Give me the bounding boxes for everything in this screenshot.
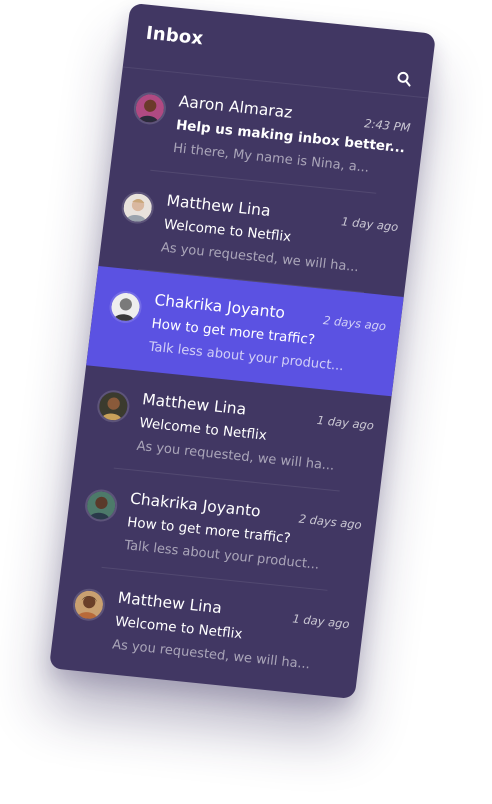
message-preview: As you requested, we will ha...: [135, 438, 336, 474]
message-subject: Welcome to Netflix: [114, 613, 244, 643]
message-preview: Talk less about your product...: [123, 538, 321, 573]
message-time: 2 days ago: [322, 313, 387, 334]
message-time: 2:43 PM: [363, 116, 412, 135]
search-icon[interactable]: [395, 70, 413, 88]
avatar: [71, 587, 107, 623]
message-subject: Welcome to Netflix: [162, 216, 293, 246]
sender-name: Matthew Lina: [116, 588, 223, 618]
message-time: 1 day ago: [340, 214, 400, 235]
message-subject: Welcome to Netflix: [138, 415, 268, 444]
message-preview: Talk less about your product...: [147, 339, 345, 375]
message-time: 1 day ago: [316, 412, 375, 433]
message-list: Aaron Almaraz 2:43 PM Help us making inb…: [50, 67, 429, 694]
message-time: 1 day ago: [291, 611, 351, 632]
inbox-panel: Inbox Aaron Almaraz 2:43 PM Help us maki…: [48, 2, 437, 700]
sender-name: Matthew Lina: [141, 390, 248, 419]
sender-name: Aaron Almaraz: [177, 92, 294, 122]
message-preview: As you requested, we will ha...: [111, 637, 311, 673]
avatar: [95, 388, 132, 424]
avatar: [132, 90, 168, 126]
message-time: 2 days ago: [297, 511, 363, 532]
avatar: [83, 488, 120, 524]
avatar: [107, 289, 144, 325]
sender-name: Matthew Lina: [165, 191, 272, 221]
stage: Inbox Aaron Almaraz 2:43 PM Help us maki…: [0, 0, 492, 804]
avatar: [119, 190, 156, 226]
page-title: Inbox: [144, 22, 205, 50]
message-preview: As you requested, we will ha...: [160, 240, 360, 276]
